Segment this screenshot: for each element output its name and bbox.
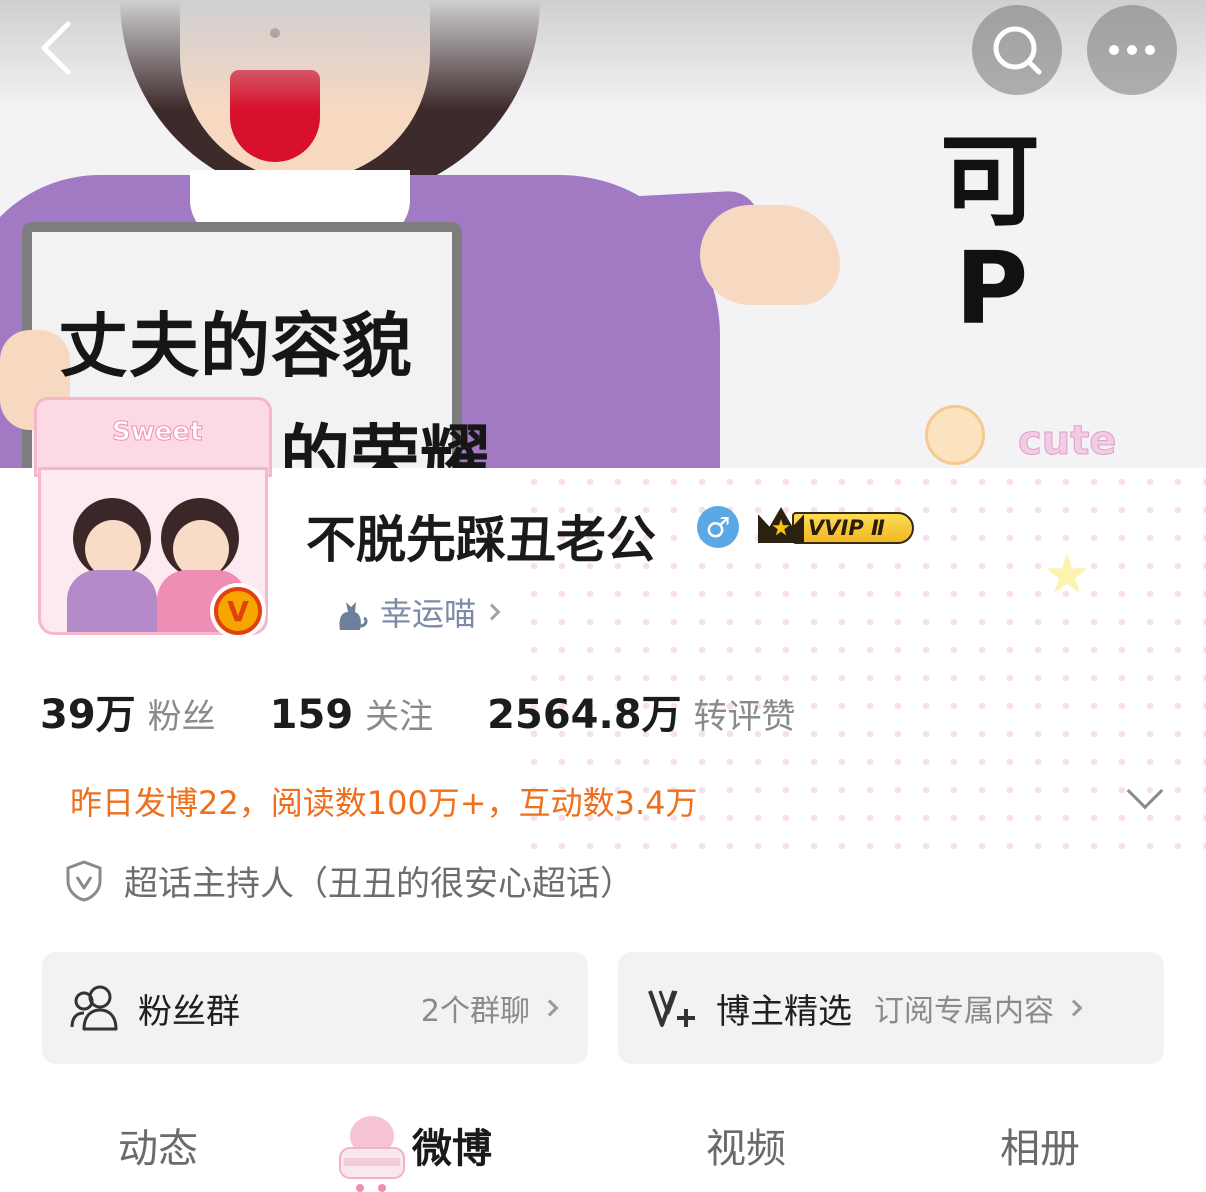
search-icon <box>993 26 1042 75</box>
v-plus-icon <box>648 990 695 1027</box>
banner-sign-text-2: 的荣耀 <box>280 417 490 468</box>
followers-label[interactable]: 粉丝 <box>148 689 216 738</box>
profile-tabs: 动态 微博 视频 相册 <box>0 1100 1206 1192</box>
stats-row: 39万 粉丝 159 关注 2564.8万 转评赞 <box>40 682 796 740</box>
supertopic-host-row[interactable]: 超话主持人（丑丑的很安心超话） <box>64 856 634 905</box>
supertopic-host-label: 超话主持人（丑丑的很安心超话） <box>124 864 634 904</box>
lucky-label: 幸运喵 <box>380 595 477 633</box>
nickname: 不脱先踩丑老公 <box>306 511 656 569</box>
followers-count[interactable]: 39万 <box>40 682 136 740</box>
verified-badge-icon: V <box>214 587 262 635</box>
cute-sticker-icon <box>925 405 985 465</box>
tab-videos[interactable]: 视频 <box>706 1116 786 1174</box>
tab-activity[interactable]: 动态 <box>118 1116 198 1174</box>
cat-icon <box>339 602 368 630</box>
creator-selection-card[interactable]: 博主精选 订阅专属内容 <box>618 952 1164 1064</box>
cute-sticker-text: cute <box>1017 418 1117 465</box>
tab-albums[interactable]: 相册 <box>1000 1116 1080 1174</box>
chevron-right-icon <box>483 603 501 621</box>
vvip-badge[interactable]: VVIP Ⅱ <box>758 503 918 549</box>
creator-selection-subtitle: 订阅专属内容 <box>874 994 1054 1029</box>
vvip-label: VVIP Ⅱ <box>792 512 914 544</box>
chevron-right-icon <box>541 999 559 1017</box>
fans-group-subtitle: 2个群聊 <box>420 994 530 1029</box>
banner-illustration-hand <box>700 205 840 305</box>
interactions-label[interactable]: 转评赞 <box>694 689 796 738</box>
tab-weibo[interactable]: 微博 <box>412 1116 492 1174</box>
avatar-frame-text: Sweet <box>111 417 203 448</box>
verified-badge: V <box>210 583 266 639</box>
banner-sign-text-1: 丈夫的容貌 <box>58 305 413 387</box>
lucky-cat-link[interactable]: 幸运喵 <box>330 590 501 634</box>
back-button[interactable] <box>30 18 90 78</box>
chevron-right-icon <box>1065 999 1083 1017</box>
back-chevron-icon <box>41 21 71 75</box>
cake-icon <box>339 1116 405 1192</box>
fans-group-title: 粉丝群 <box>138 991 240 1032</box>
fans-group-card[interactable]: 粉丝群 2个群聊 <box>42 952 588 1064</box>
following-label[interactable]: 关注 <box>365 689 433 738</box>
avatar-body-left <box>67 570 157 632</box>
following-count[interactable]: 159 <box>270 692 354 738</box>
avatar-person-left <box>73 498 151 578</box>
users-icon <box>70 985 118 1031</box>
shield-v-icon <box>66 859 102 902</box>
more-button[interactable] <box>1087 5 1177 95</box>
gender-male-icon: ♂ <box>697 506 739 548</box>
interactions-count[interactable]: 2564.8万 <box>487 682 681 740</box>
banner-side-text-2: P <box>955 230 1029 347</box>
banner-side-text-1: 可 <box>940 123 1040 240</box>
search-button[interactable] <box>972 5 1062 95</box>
daily-data-summary: 昨日发博22，阅读数100万+，互动数3.4万 <box>70 784 698 822</box>
creator-selection-title: 博主精选 <box>716 991 852 1032</box>
more-dots-icon <box>1109 45 1155 55</box>
avatar-person-right <box>161 498 239 578</box>
